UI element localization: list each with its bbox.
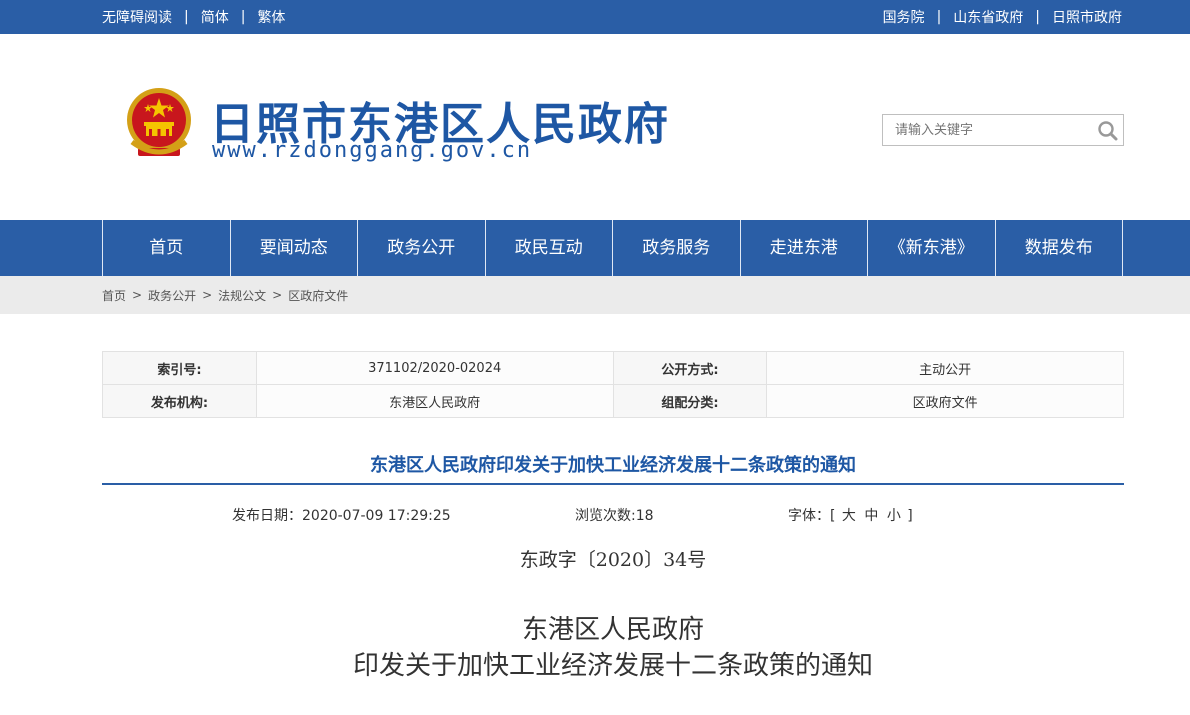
table-row: 发布机构: 东港区人民政府 组配分类: 区政府文件 — [102, 384, 1124, 418]
body-title-line-2: 印发关于加快工业经济发展十二条政策的通知 — [352, 651, 873, 681]
publish-date: 发布日期：2020-07-09 17:29:25 — [232, 508, 451, 524]
top-bar-left-links: 无障碍阅读 | 简体 | 繁体 — [102, 0, 285, 34]
shandong-government-link[interactable]: 山东省政府 — [953, 7, 1023, 27]
breadcrumb-separator: > — [202, 288, 213, 302]
breadcrumb: 首页 > 政务公开 > 法规公文 > 区政府文件 — [102, 276, 348, 314]
category-label: 组配分类: — [612, 384, 768, 418]
article-title: 东港区人民政府印发关于加快工业经济发展十二条政策的通知 — [370, 455, 856, 476]
title-divider — [102, 483, 1124, 485]
breadcrumb-government-affairs[interactable]: 政务公开 — [148, 287, 196, 304]
breadcrumb-home[interactable]: 首页 — [102, 287, 126, 304]
font-size-switcher: 字体：[ 大 中 小 ] — [788, 505, 913, 525]
national-emblem-icon[interactable] — [124, 86, 194, 164]
nav-item-about-donggang[interactable]: 走进东港 — [741, 220, 868, 276]
view-count: 浏览次数:18 — [575, 508, 654, 524]
search-input[interactable] — [883, 115, 1093, 145]
breadcrumb-separator: > — [132, 288, 143, 302]
nav-item-government-affairs-public[interactable]: 政务公开 — [358, 220, 486, 276]
search-box — [882, 114, 1124, 146]
breadcrumb-separator: > — [272, 288, 283, 302]
traditional-chinese-link[interactable]: 繁体 — [257, 7, 285, 27]
category-value: 区政府文件 — [766, 384, 1124, 418]
body-title-line-1: 东港区人民政府 — [521, 615, 704, 645]
font-size-label: 字体：[ — [788, 508, 836, 524]
font-size-small-button[interactable]: 小 — [887, 508, 901, 524]
site-url: www.rzdonggang.gov.cn — [212, 138, 533, 163]
font-size-large-button[interactable]: 大 — [842, 508, 856, 524]
breadcrumb-district-documents[interactable]: 区政府文件 — [288, 287, 348, 304]
accessibility-link[interactable]: 无障碍阅读 — [102, 7, 172, 27]
body-title: 东港区人民政府 印发关于加快工业经济发展十二条政策的通知 — [102, 612, 1124, 684]
separator: | — [240, 9, 246, 25]
main-nav: 首页 要闻动态 政务公开 政民互动 政务服务 走进东港 《新东港》 数据发布 — [0, 220, 1190, 276]
separator: | — [1035, 9, 1040, 25]
issuing-agency-value: 东港区人民政府 — [255, 384, 614, 418]
index-number-label: 索引号: — [102, 351, 257, 385]
disclosure-method-value: 主动公开 — [766, 351, 1124, 385]
index-number-value: 371102/2020-02024 — [255, 351, 614, 385]
nav-item-services[interactable]: 政务服务 — [613, 220, 741, 276]
nav-item-data-release[interactable]: 数据发布 — [996, 220, 1123, 276]
top-bar: 无障碍阅读 | 简体 | 繁体 国务院 | 山东省政府 | 日照市政府 — [0, 0, 1190, 34]
separator: | — [936, 9, 942, 25]
search-icon[interactable] — [1097, 120, 1119, 142]
document-info-table: 索引号: 371102/2020-02024 公开方式: 主动公开 发布机构: … — [102, 351, 1124, 418]
breadcrumb-bar: 首页 > 政务公开 > 法规公文 > 区政府文件 — [0, 276, 1190, 314]
table-row: 索引号: 371102/2020-02024 公开方式: 主动公开 — [102, 351, 1124, 385]
document-number: 东政字〔2020〕34号 — [519, 549, 707, 571]
issuing-agency-label: 发布机构: — [102, 384, 257, 418]
nav-item-home[interactable]: 首页 — [103, 220, 231, 276]
font-size-medium-button[interactable]: 中 — [864, 508, 878, 524]
top-bar-right-links: 国务院 | 山东省政府 | 日照市政府 — [883, 0, 1122, 34]
breadcrumb-regulations[interactable]: 法规公文 — [218, 287, 266, 304]
separator: | — [184, 9, 189, 25]
nav-list: 首页 要闻动态 政务公开 政民互动 政务服务 走进东港 《新东港》 数据发布 — [102, 220, 1123, 276]
state-council-link[interactable]: 国务院 — [883, 7, 925, 27]
font-size-close-bracket: ] — [907, 508, 913, 524]
nav-item-interaction[interactable]: 政民互动 — [486, 220, 613, 276]
nav-item-news[interactable]: 要闻动态 — [231, 220, 358, 276]
disclosure-method-label: 公开方式: — [612, 351, 768, 385]
site-header: 日照市东港区人民政府 www.rzdonggang.gov.cn — [0, 34, 1190, 220]
nav-item-new-donggang[interactable]: 《新东港》 — [868, 220, 996, 276]
rizhao-government-link[interactable]: 日照市政府 — [1052, 7, 1122, 27]
simplified-chinese-link[interactable]: 简体 — [201, 7, 229, 27]
